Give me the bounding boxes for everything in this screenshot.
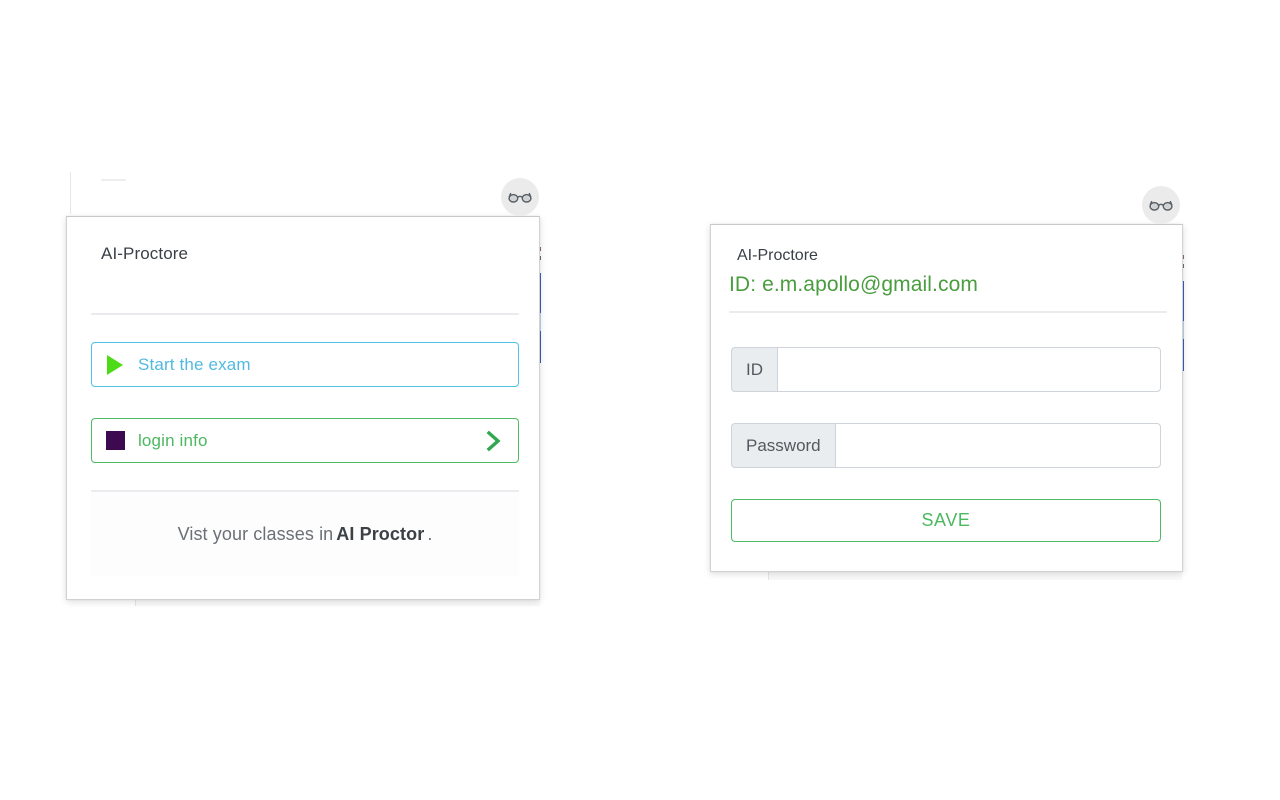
login-info-label: login info xyxy=(138,430,208,450)
glasses-icon xyxy=(1149,198,1173,212)
popup-brand-title-left: AI-Proctore xyxy=(101,244,189,263)
password-field-prefix-label: Password xyxy=(731,423,835,468)
footer-note-emphasis: AI Proctor xyxy=(336,523,425,544)
divider-right xyxy=(729,311,1167,313)
current-account-id: ID: e.m.apollo@gmail.com xyxy=(729,273,978,296)
footer-note: Vist your classes in AI Proctor . xyxy=(91,492,519,576)
ai-proctore-main-popup: AI-Proctore Start the exam login info Vi… xyxy=(66,216,540,600)
glasses-icon xyxy=(508,190,532,204)
id-input[interactable] xyxy=(777,347,1161,392)
id-input-group: ID xyxy=(731,347,1161,392)
footer-note-suffix: . xyxy=(427,523,433,544)
extension-badge-left[interactable] xyxy=(501,178,539,216)
background-placeholder-bar-left xyxy=(101,179,126,181)
login-info-button[interactable]: login info xyxy=(91,418,519,463)
save-button[interactable]: SAVE xyxy=(731,499,1161,542)
extension-badge-right[interactable] xyxy=(1142,186,1180,224)
id-field-prefix-label: ID xyxy=(731,347,777,392)
start-exam-label: Start the exam xyxy=(138,354,251,374)
password-input[interactable] xyxy=(834,423,1161,468)
footer-note-prefix: Vist your classes in xyxy=(177,523,334,544)
background-content-band-right xyxy=(768,571,1182,580)
divider-top-left xyxy=(91,313,519,315)
password-input-group: Password xyxy=(731,423,1161,468)
play-triangle-icon xyxy=(92,354,138,375)
start-exam-button[interactable]: Start the exam xyxy=(91,342,519,387)
chevron-right-icon xyxy=(486,430,502,452)
purple-square-icon xyxy=(92,431,138,450)
popup-brand-title-right: AI-Proctore xyxy=(737,247,818,264)
background-vertical-rule-left xyxy=(70,172,71,214)
login-info-popup: AI-Proctore ID: e.m.apollo@gmail.com ID … xyxy=(710,224,1183,572)
